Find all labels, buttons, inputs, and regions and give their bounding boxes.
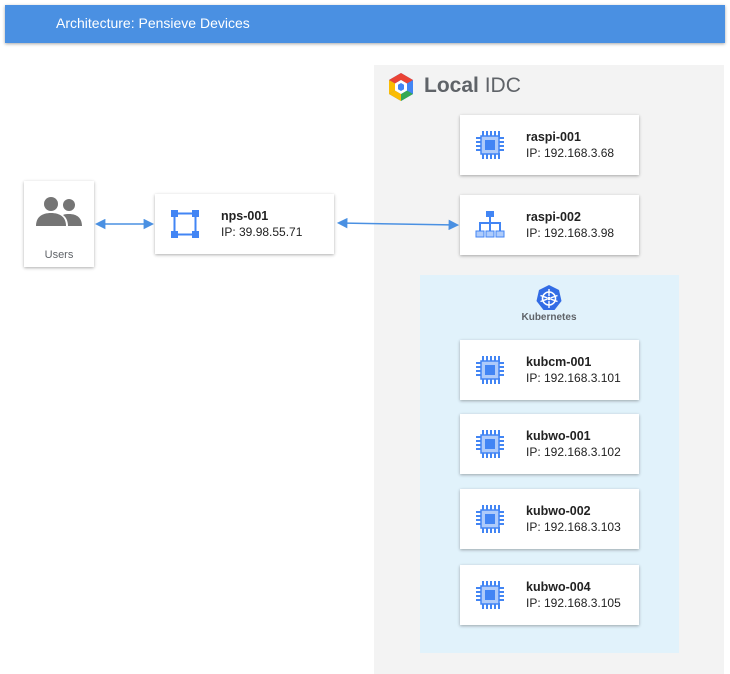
nps-raspi-connector: [336, 217, 460, 231]
chip-icon: [476, 356, 504, 384]
kubwo-004-node[interactable]: kubwo-004 IP: 192.168.3.105: [460, 565, 639, 625]
network-frame-icon: [171, 210, 199, 238]
node-ip: IP: 39.98.55.71: [221, 225, 303, 239]
users-group-icon: [36, 197, 82, 226]
node-ip: IP: 192.168.3.98: [526, 226, 615, 240]
node-ip: IP: 192.168.3.101: [526, 371, 621, 385]
kubwo-002-node[interactable]: kubwo-002 IP: 192.168.3.103: [460, 489, 639, 549]
kubwo-001-node[interactable]: kubwo-001 IP: 192.168.3.102: [460, 414, 639, 474]
node-name: kubwo-001: [526, 429, 591, 443]
raspi-001-node[interactable]: raspi-001 IP: 192.168.3.68: [460, 115, 639, 175]
chip-icon: [476, 581, 504, 609]
raspi-002-node[interactable]: raspi-002 IP: 192.168.3.98: [460, 195, 639, 255]
chip-icon: [476, 131, 504, 159]
node-ip: IP: 192.168.3.103: [526, 520, 621, 534]
node-name: raspi-002: [526, 210, 581, 224]
node-ip: IP: 192.168.3.102: [526, 445, 621, 459]
hierarchy-icon: [475, 211, 505, 238]
node-name: kubwo-004: [526, 580, 591, 594]
node-name: nps-001: [221, 209, 269, 223]
node-name: kubcm-001: [526, 355, 592, 369]
node-name: raspi-001: [526, 130, 581, 144]
nps-001-node[interactable]: nps-001 IP: 39.98.55.71: [155, 194, 334, 254]
node-ip: IP: 192.168.3.68: [526, 146, 615, 160]
chip-icon: [476, 430, 504, 458]
chip-icon: [476, 505, 504, 533]
users-node[interactable]: Users: [24, 181, 94, 267]
users-label: Users: [44, 249, 74, 261]
node-name: kubwo-002: [526, 504, 591, 518]
kubcm-001-node[interactable]: kubcm-001 IP: 192.168.3.101: [460, 340, 639, 400]
node-ip: IP: 192.168.3.105: [526, 596, 621, 610]
